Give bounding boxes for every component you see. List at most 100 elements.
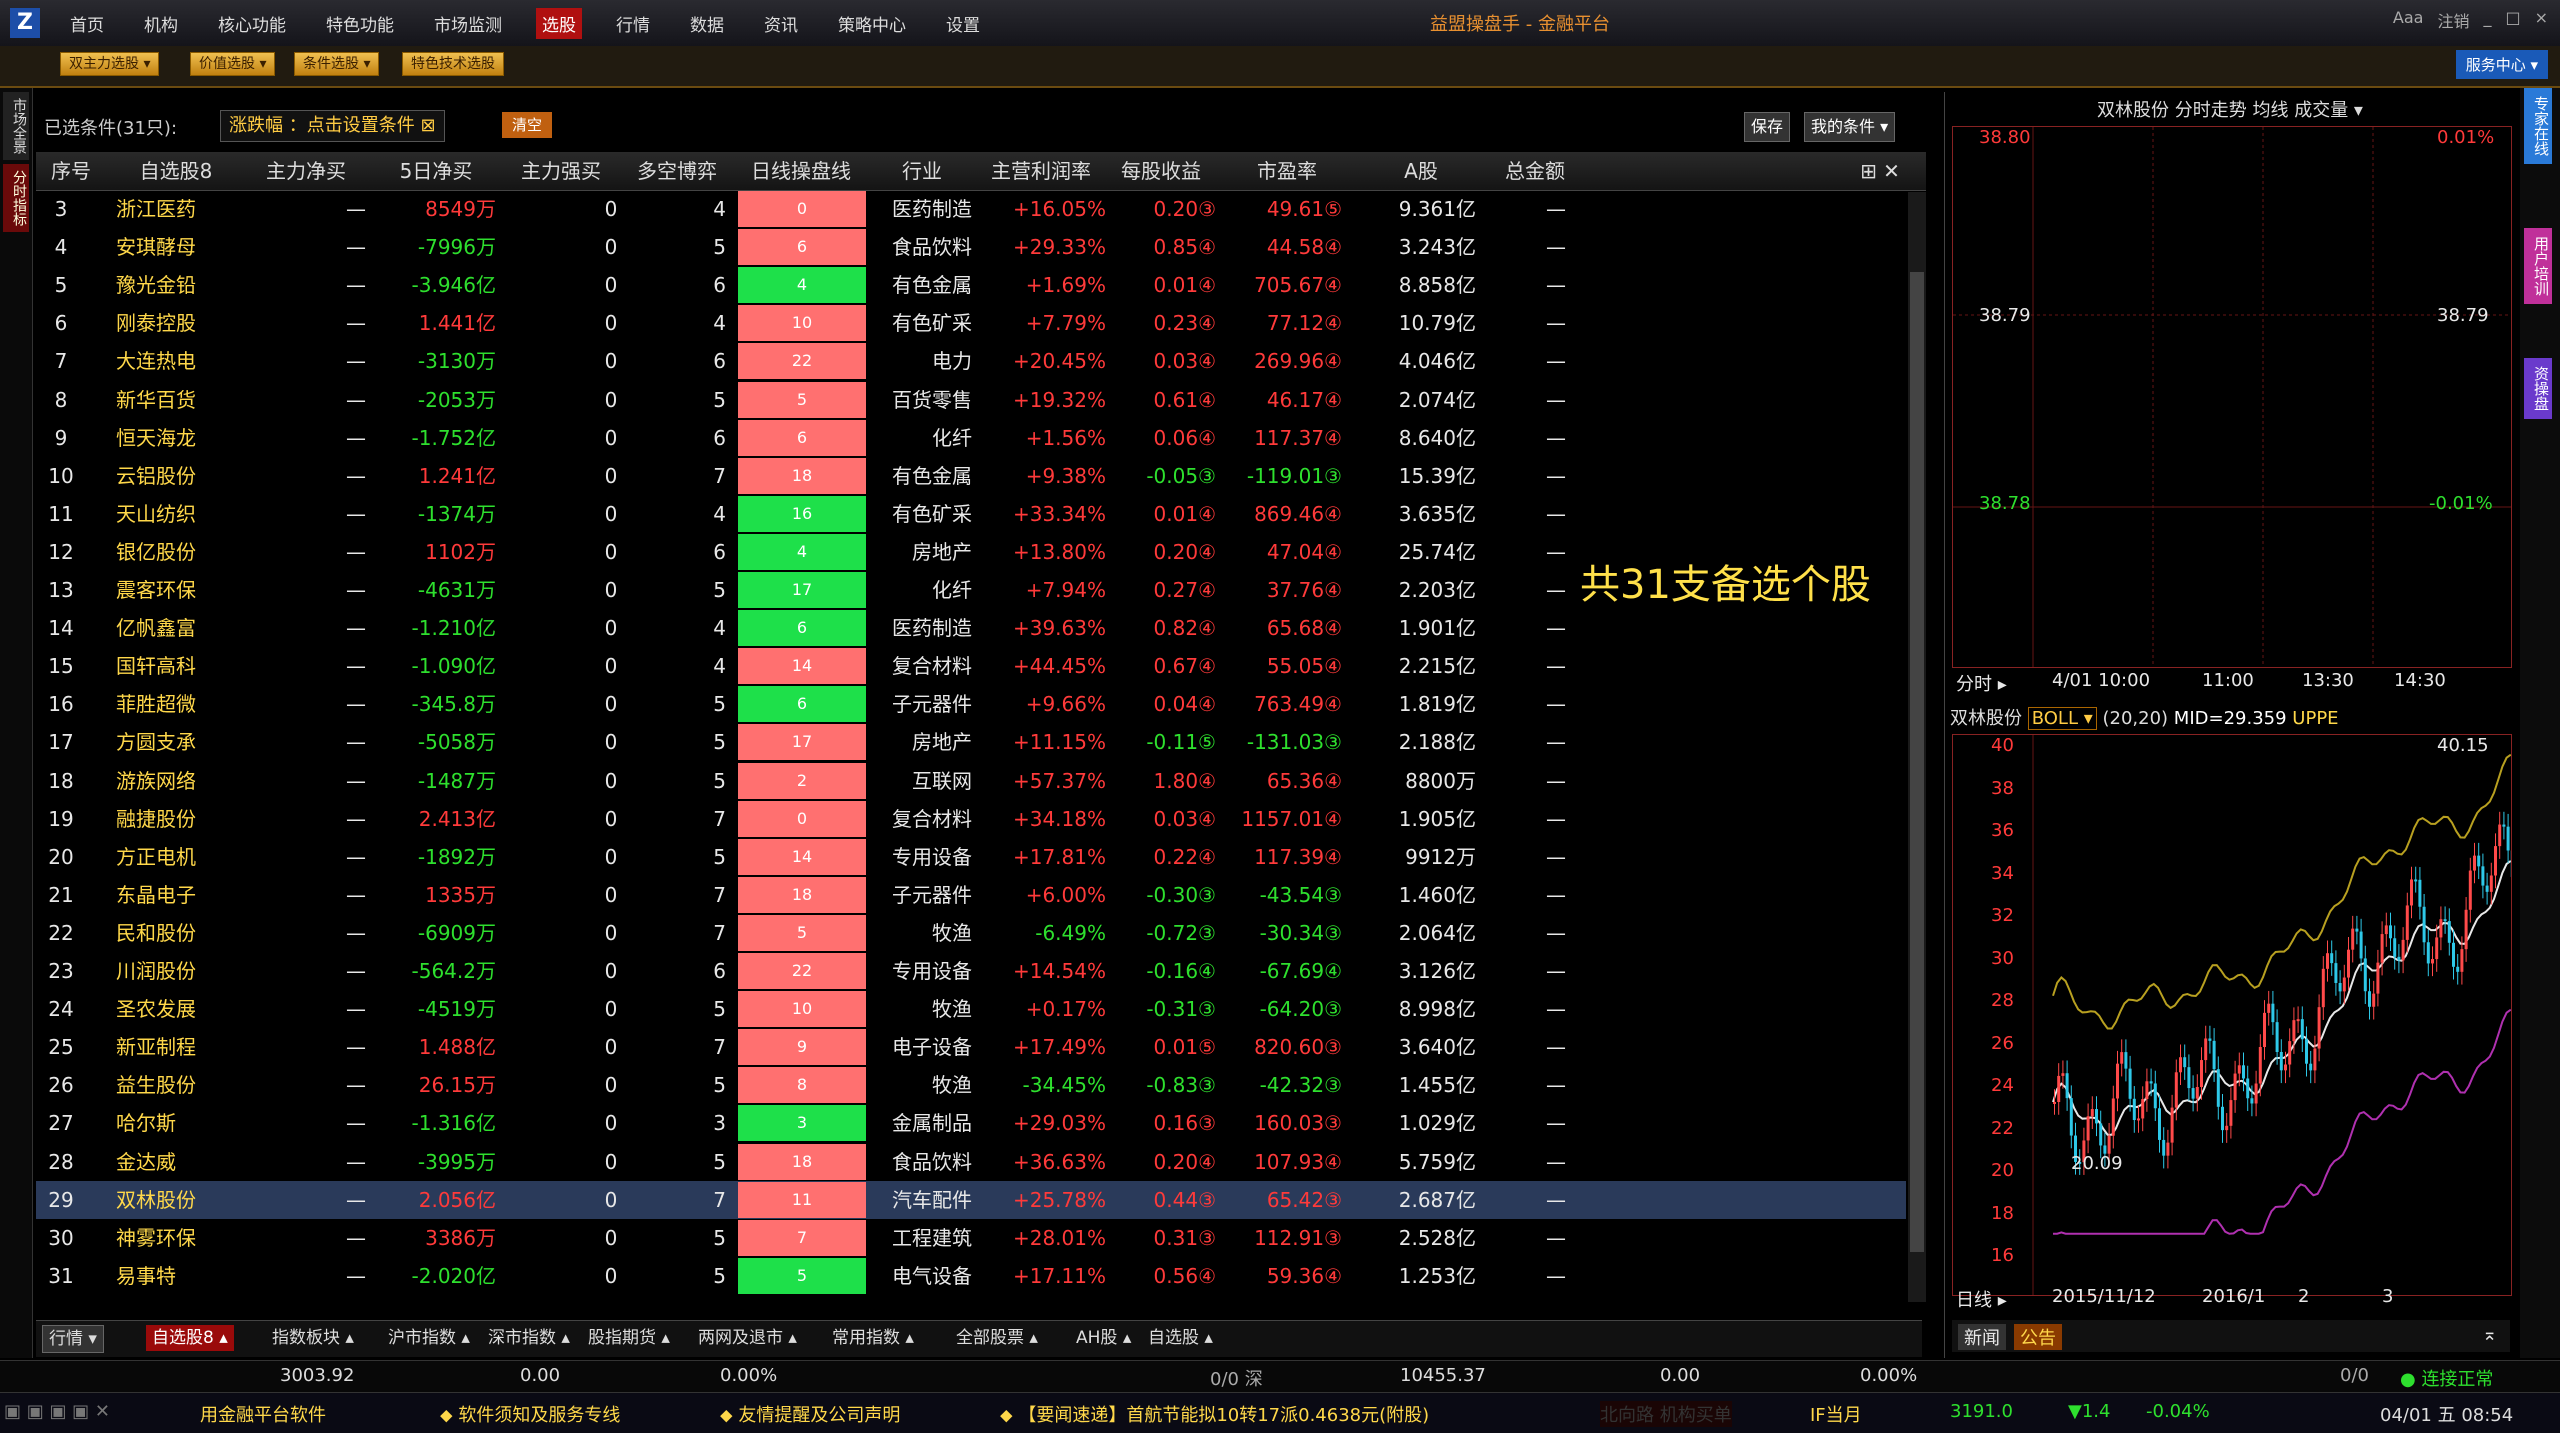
minimize-button[interactable]: _: [2483, 8, 2491, 32]
collapse-icon[interactable]: ⌅: [2482, 1324, 2497, 1345]
service-center-button[interactable]: 服务中心 ▾: [2456, 50, 2548, 79]
condition-tag[interactable]: 涨跌幅 ：点击设置条件 ⊠: [220, 110, 445, 142]
table-row[interactable]: 25新亚制程—1.488亿07电子设备+17.49%0.01⑤820.60③3.…: [36, 1028, 1906, 1066]
col-header-dayline[interactable]: 日线操盘线: [736, 152, 866, 190]
col-header-industry[interactable]: 行业: [872, 152, 972, 190]
table-row[interactable]: 22民和股份—-6909万07牧渔-6.49%-0.72③-30.34③2.06…: [36, 914, 1906, 952]
bottom-tab[interactable]: AH股 ▴: [1070, 1325, 1137, 1351]
menu-item-feature[interactable]: 特色功能: [320, 8, 400, 39]
intraday-chart[interactable]: 38.80 38.79 38.78 0.01% 38.79 -0.01%: [1952, 126, 2512, 668]
tab-intraday-index[interactable]: 分时指标: [3, 164, 29, 232]
intraday-x-label: 11:00: [2202, 670, 2254, 691]
col-header-a[interactable]: A股: [1366, 152, 1476, 190]
table-row[interactable]: 14亿帆鑫富—-1.210亿04医药制造+39.63%0.82④65.68④1.…: [36, 609, 1906, 647]
col-header-game[interactable]: 多空博弈: [622, 152, 732, 190]
logout-button[interactable]: 注销: [2437, 8, 2469, 32]
ticker-item[interactable]: ⬥ 软件须知及服务专线: [440, 1401, 620, 1427]
col-header-name[interactable]: 自选股8: [116, 152, 236, 190]
bottom-tab[interactable]: 自选股 ▴: [1142, 1325, 1219, 1351]
table-row[interactable]: 27哈尔斯—-1.316亿03金属制品+29.03%0.16③160.03③1.…: [36, 1104, 1906, 1142]
north-flow[interactable]: 北向路 机构买单: [1600, 1401, 1732, 1427]
kline-chart[interactable]: 40383634323028262422201816 40.15 20.09: [1952, 734, 2512, 1296]
ticker-item[interactable]: ⬥ 友情提醒及公司声明: [720, 1401, 900, 1427]
ticker-item[interactable]: ⬥ 【要闻速递】首航节能拟10转17派0.4638元(附股): [1000, 1401, 1429, 1427]
table-row[interactable]: 5豫光金铅—-3.946亿06有色金属+1.69%0.01④705.67④8.8…: [36, 266, 1906, 304]
menu-item-strategy[interactable]: 策略中心: [832, 8, 912, 39]
table-row[interactable]: 8新华百货—-2053万05百货零售+19.32%0.61④46.17④2.07…: [36, 381, 1906, 419]
table-row[interactable]: 16菲胜超微—-345.8万05子元器件+9.66%0.04④763.49④1.…: [36, 685, 1906, 723]
table-settings-icon[interactable]: ⊞ ✕: [1860, 152, 1900, 190]
table-row[interactable]: 23川润股份—-564.2万06专用设备+14.54%-0.16④-67.69④…: [36, 952, 1906, 990]
col-header-net5[interactable]: 5日净买: [376, 152, 496, 190]
value-pick-button[interactable]: 价值选股 ▾: [190, 52, 275, 76]
table-row[interactable]: 29双林股份—2.056亿07汽车配件+25.78%0.44③65.42③2.6…: [36, 1181, 1906, 1219]
condition-pick-button[interactable]: 条件选股 ▾: [294, 52, 379, 76]
menu-item-core[interactable]: 核心功能: [212, 8, 292, 39]
table-row[interactable]: 19融捷股份—2.413亿07复合材料+34.18%0.03④1157.01④1…: [36, 800, 1906, 838]
bottom-tab[interactable]: 深市指数 ▴: [482, 1325, 576, 1351]
table-row[interactable]: 26益生股份—26.15万05牧渔-34.45%-0.83③-42.32③1.4…: [36, 1066, 1906, 1104]
tab-user-training[interactable]: 用户培训: [2524, 228, 2552, 304]
tab-market-overview[interactable]: 市场全景: [3, 92, 29, 160]
bottom-tab[interactable]: 全部股票 ▴: [950, 1325, 1044, 1351]
indicator-selector[interactable]: BOLL ▾: [2028, 707, 2097, 730]
menu-item-stock-picking[interactable]: 选股: [536, 8, 582, 39]
intraday-title[interactable]: 双林股份 分时走势 均线 成交量 ▾: [1944, 96, 2516, 122]
table-row[interactable]: 17方圆支承—-5058万05房地产+11.15%-0.11⑤-131.03③2…: [36, 723, 1906, 761]
table-row[interactable]: 7大连热电—-3130万06电力+20.45%0.03④269.96④4.046…: [36, 342, 1906, 380]
bottom-tab[interactable]: 两网及退市 ▴: [692, 1325, 803, 1351]
menu-item-data[interactable]: 数据: [684, 8, 730, 39]
font-size-button[interactable]: Ааа: [2393, 8, 2424, 32]
table-row[interactable]: 30神雾环保—3386万05工程建筑+28.01%0.31③112.91③2.5…: [36, 1219, 1906, 1257]
table-row[interactable]: 20方正电机—-1892万05专用设备+17.81%0.22④117.39④99…: [36, 838, 1906, 876]
col-header-no[interactable]: 序号: [36, 152, 106, 190]
tab-news[interactable]: 新闻: [1958, 1324, 2006, 1350]
table-row[interactable]: 31易事特—-2.020亿05电气设备+17.11%0.56④59.36④1.2…: [36, 1257, 1906, 1295]
table-row[interactable]: 9恒天海龙—-1.752亿06化纤+1.56%0.06④117.37④8.640…: [36, 419, 1906, 457]
table-row[interactable]: 10云铝股份—1.241亿07有色金属+9.38%-0.05③-119.01③1…: [36, 457, 1906, 495]
table-row[interactable]: 11天山纺织—-1374万04有色矿采+33.34%0.01④869.46④3.…: [36, 495, 1906, 533]
col-header-net[interactable]: 主力净买: [246, 152, 366, 190]
col-header-total[interactable]: 总金额: [1480, 152, 1590, 190]
menu-item-home[interactable]: 首页: [64, 8, 110, 39]
table-row[interactable]: 24圣农发展—-4519万05牧渔+0.17%-0.31③-64.20③8.99…: [36, 990, 1906, 1028]
menu-item-news[interactable]: 资讯: [758, 8, 804, 39]
clear-button[interactable]: 清空: [502, 112, 552, 138]
cell-industry: 互联网: [872, 762, 972, 800]
col-header-strong[interactable]: 主力强买: [506, 152, 616, 190]
vertical-scrollbar[interactable]: [1908, 192, 1926, 1302]
tab-trading[interactable]: 资操盘: [2524, 358, 2552, 419]
tab-announcement[interactable]: 公告: [2014, 1324, 2062, 1350]
bottom-tab[interactable]: 股指期货 ▴: [582, 1325, 676, 1351]
my-conditions-button[interactable]: 我的条件 ▾: [1804, 112, 1895, 142]
intraday-period-button[interactable]: 分时 ▸: [1956, 670, 2007, 696]
table-row[interactable]: 6刚泰控股—1.441亿04有色矿采+7.79%0.23④77.12④10.79…: [36, 304, 1906, 342]
col-header-pe[interactable]: 市盈率: [1232, 152, 1342, 190]
dual-force-pick-button[interactable]: 双主力选股 ▾: [60, 52, 159, 76]
maximize-button[interactable]: □: [2505, 8, 2520, 32]
table-row[interactable]: 3浙江医药—8549万04医药制造+16.05%0.20③49.61⑤9.361…: [36, 190, 1906, 228]
menu-item-quotes[interactable]: 行情: [610, 8, 656, 39]
close-button[interactable]: ×: [2535, 8, 2548, 32]
bottom-tab[interactable]: 行情 ▾: [42, 1325, 104, 1353]
bottom-tab[interactable]: 自选股8 ▴: [146, 1325, 234, 1351]
table-row[interactable]: 21东晶电子—1335万07子元器件+6.00%-0.30③-43.54③1.4…: [36, 876, 1906, 914]
table-row[interactable]: 28金达威—-3995万05食品饮料+36.63%0.20④107.93④5.7…: [36, 1143, 1906, 1181]
col-header-eps[interactable]: 每股收益: [1106, 152, 1216, 190]
save-button[interactable]: 保存: [1744, 112, 1790, 142]
col-header-margin[interactable]: 主营利润率: [976, 152, 1106, 190]
scrollbar-thumb[interactable]: [1910, 272, 1924, 1252]
menu-item-monitor[interactable]: 市场监测: [428, 8, 508, 39]
ticker-item[interactable]: 用金融平台软件: [200, 1401, 326, 1427]
bottom-tab[interactable]: 指数板块 ▴: [266, 1325, 360, 1351]
menu-item-institution[interactable]: 机构: [138, 8, 184, 39]
menu-item-settings[interactable]: 设置: [940, 8, 986, 39]
tab-expert-online[interactable]: 专家在线: [2524, 88, 2552, 164]
table-row[interactable]: 18游族网络—-1487万05互联网+57.37%1.80④65.36④8800…: [36, 762, 1906, 800]
bottom-tab[interactable]: 常用指数 ▴: [826, 1325, 920, 1351]
kline-period-button[interactable]: 日线 ▸: [1956, 1286, 2007, 1312]
table-row[interactable]: 4安琪酵母—-7996万05食品饮料+29.33%0.85④44.58④3.24…: [36, 228, 1906, 266]
table-row[interactable]: 15国轩高科—-1.090亿04复合材料+44.45%0.67④55.05④2.…: [36, 647, 1906, 685]
tech-pick-button[interactable]: 特色技术选股: [402, 52, 504, 76]
bottom-tab[interactable]: 沪市指数 ▴: [382, 1325, 476, 1351]
